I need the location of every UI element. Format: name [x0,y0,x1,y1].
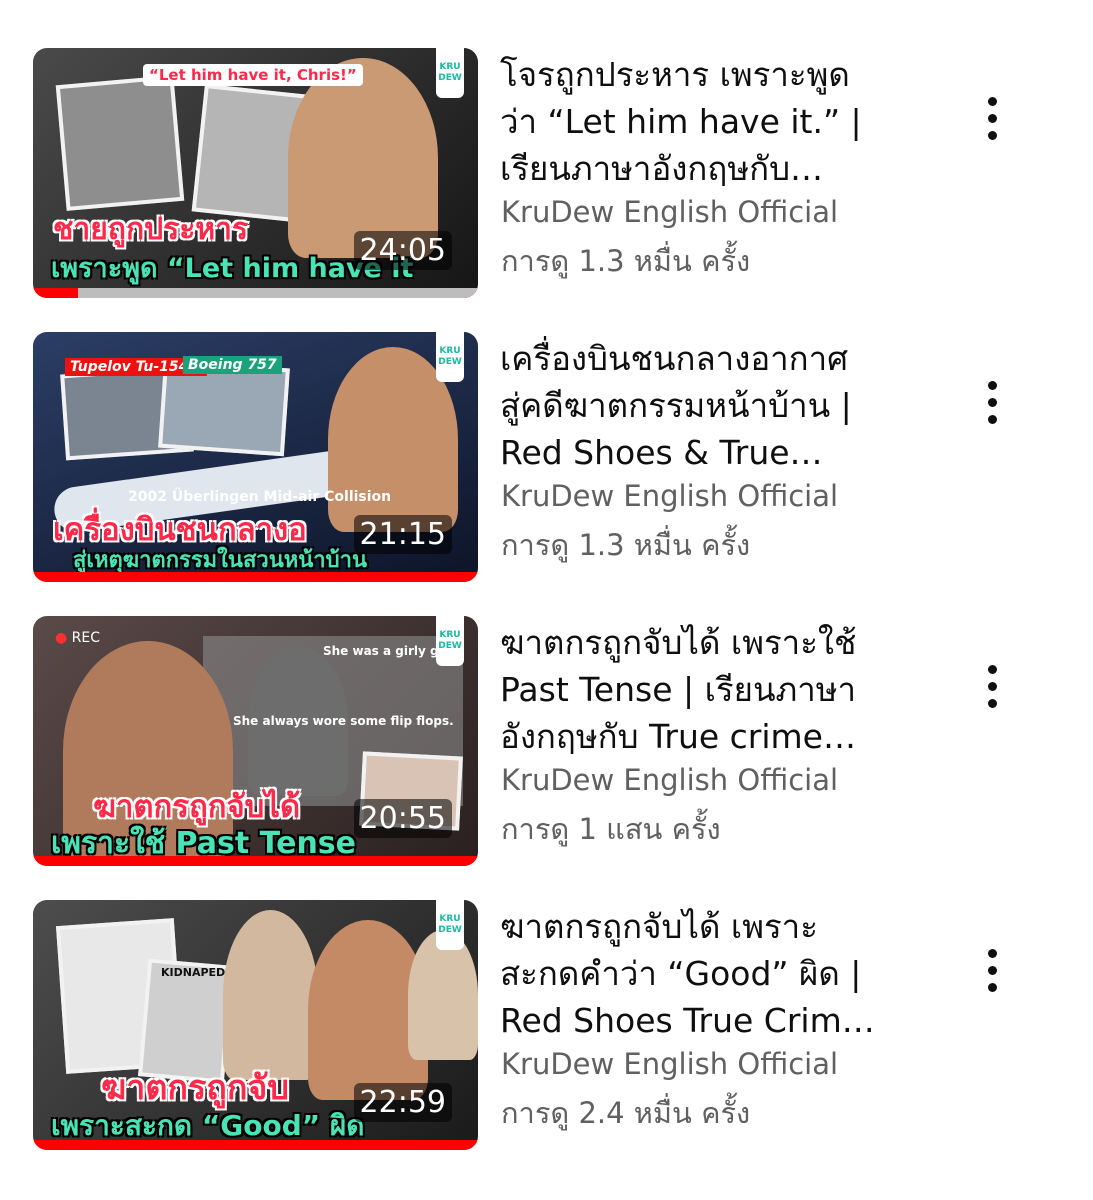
view-count: การดู 1.3 หมื่น ครั้ง [501,528,751,562]
more-vert-icon [987,664,997,674]
title-line: Red Shoes & True… [500,433,823,472]
duration-badge: 24:05 [353,231,452,270]
more-vert-icon-dot [987,130,997,140]
view-count: การดู 1.3 หมื่น ครั้ง [501,244,751,278]
logo-text: DEW [438,73,462,83]
watch-progress-bar [33,856,478,866]
title-line: ว่า “Let him have it.” | [500,102,862,141]
more-vert-icon-dot [987,982,997,992]
video-item-4[interactable]: KIDNAPED ฆาตกรถูกจับ เพราะสะกด “Good” ผิ… [0,900,1093,1170]
video-thumbnail[interactable]: Tupelov Tu-154M Boeing 757 2002 Überling… [33,332,478,582]
title-line: Past Tense | เรียนภาษา [500,670,857,709]
logo-text: KRU [439,914,461,924]
more-options-button[interactable] [972,372,1012,432]
title-line: โจรถูกประหาร เพราะพูด [500,55,850,94]
logo-text: KRU [439,346,461,356]
title-line: ฆาตกรถูกจับได้ เพราะใช้ [500,623,857,662]
logo-text: KRU [439,62,461,72]
video-title[interactable]: ฆาตกรถูกจับได้ เพราะ สะกดคำว่า “Good” ผิ… [500,903,900,1044]
video-item-1[interactable]: “Let him have it, Chris!” ชายถูกประหาร เ… [0,48,1093,318]
title-line: สู่คดีฆาตกรรมหน้าบ้าน | [500,386,852,425]
title-line: เรียนภาษาอังกฤษกับ… [500,149,824,188]
rec-label: ● REC [55,630,100,646]
logo-text: KRU [439,630,461,640]
more-vert-icon-dot [987,681,997,691]
thumbnail-quote: “Let him have it, Chris!” [143,64,363,86]
view-count: การดู 1 แสน ครั้ง [501,812,721,846]
more-vert-icon-dot [987,414,997,424]
thumbnail-person [223,910,318,1080]
channel-logo: KRU DEW [436,616,464,666]
more-vert-icon-dot [987,698,997,708]
title-line: เครื่องบินชนกลางอากาศ [500,339,849,378]
duration-badge: 22:59 [353,1083,452,1122]
logo-text: DEW [438,357,462,367]
video-title[interactable]: โจรถูกประหาร เพราะพูด ว่า “Let him have … [500,51,900,192]
title-line: ฆาตกรถูกจับได้ เพราะ [500,907,818,946]
watch-progress-bar [33,288,478,298]
video-item-3[interactable]: ● REC She was a girly girl. She always w… [0,616,1093,886]
channel-logo: KRU DEW [436,900,464,950]
video-item-2[interactable]: Tupelov Tu-154M Boeing 757 2002 Überling… [0,332,1093,602]
duration-badge: 21:15 [353,515,452,554]
thumbnail-label: 2002 Überlingen Mid-air Collision [128,489,392,505]
more-vert-icon [987,948,997,958]
more-vert-icon-dot [987,397,997,407]
view-count: การดู 2.4 หมื่น ครั้ง [501,1096,751,1130]
more-options-button[interactable] [972,940,1012,1000]
rec-text: REC [71,630,101,646]
logo-text: DEW [438,641,462,651]
watch-progress-remaining [77,288,478,298]
video-thumbnail[interactable]: ● REC She was a girly girl. She always w… [33,616,478,866]
watch-progress-bar [33,1140,478,1150]
thumbnail-photo [55,75,185,211]
logo-text: DEW [438,925,462,935]
video-thumbnail[interactable]: KIDNAPED ฆาตกรถูกจับ เพราะสะกด “Good” ผิ… [33,900,478,1150]
watch-progress-bar [33,572,478,582]
video-title[interactable]: เครื่องบินชนกลางอากาศ สู่คดีฆาตกรรมหน้าบ… [500,335,900,476]
thumbnail-label: She always wore some flip flops. [233,714,454,728]
title-line: อังกฤษกับ True crime… [500,717,856,756]
more-options-button[interactable] [972,88,1012,148]
channel-name: KruDew English Official [501,763,839,797]
more-options-button[interactable] [972,656,1012,716]
channel-name: KruDew English Official [501,1047,839,1081]
more-vert-icon-dot [987,113,997,123]
title-line: สะกดคำว่า “Good” ผิด | [500,954,862,993]
title-line: Red Shoes True Crim… [500,1001,875,1040]
channel-logo: KRU DEW [436,48,464,98]
channel-name: KruDew English Official [501,479,839,513]
duration-badge: 20:55 [353,799,452,838]
channel-name: KruDew English Official [501,195,839,229]
thumbnail-label: KIDNAPED [161,966,226,979]
video-title[interactable]: ฆาตกรถูกจับได้ เพราะใช้ Past Tense | เรี… [500,619,900,760]
more-vert-icon [987,380,997,390]
thumbnail-label: Boeing 757 [183,356,282,374]
channel-logo: KRU DEW [436,332,464,382]
more-vert-icon [987,96,997,106]
rec-dot-icon: ● [55,630,68,646]
video-thumbnail[interactable]: “Let him have it, Chris!” ชายถูกประหาร เ… [33,48,478,298]
more-vert-icon-dot [987,965,997,975]
